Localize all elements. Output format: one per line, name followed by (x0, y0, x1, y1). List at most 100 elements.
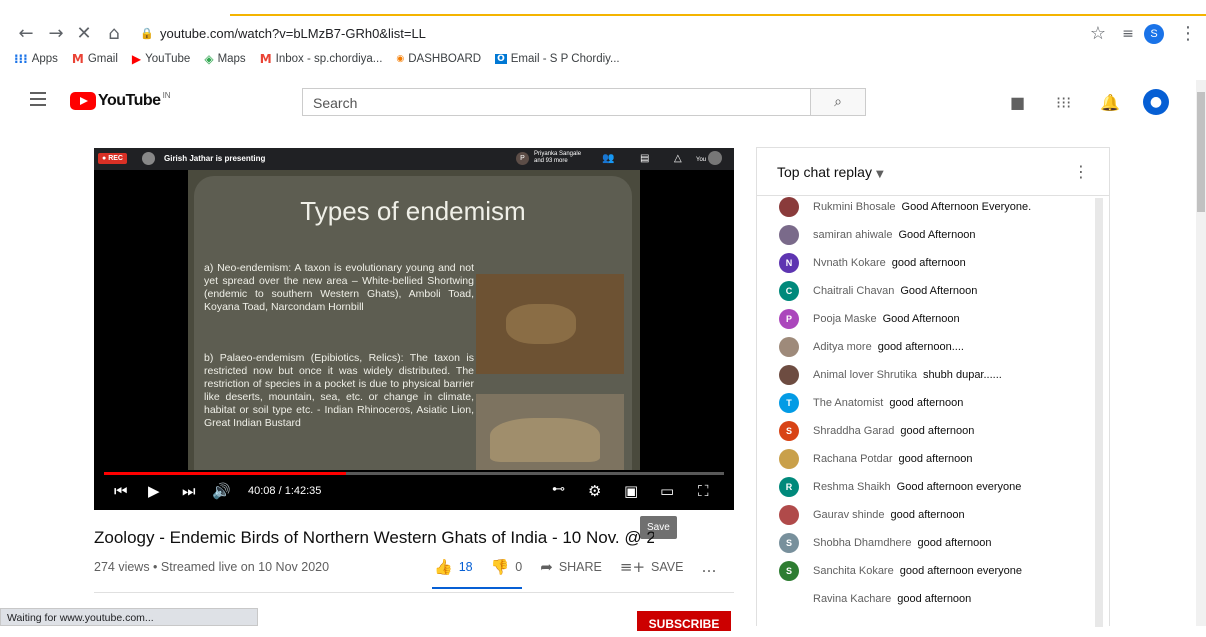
chat-text: Good Afternoon (900, 285, 978, 297)
chat-author[interactable]: Reshma Shaikh (813, 481, 891, 493)
search-placeholder: Search (313, 95, 358, 111)
volume-icon[interactable]: 🔊 (212, 482, 231, 500)
chat-text: Good Afternoon (898, 229, 976, 241)
more-vertical-icon[interactable]: ⋮ (1073, 162, 1089, 181)
bookmark-star-icon[interactable]: ☆ (1086, 22, 1110, 46)
chat-author[interactable]: The Anatomist (813, 397, 883, 409)
profile-avatar[interactable]: S (1144, 24, 1164, 44)
dislike-button[interactable]: 👎 0 (491, 558, 523, 576)
previous-icon[interactable]: ⏮ (114, 482, 128, 500)
slide-panel: Types of endemism a) Neo-endemism: A tax… (194, 176, 632, 470)
notifications-bell-icon[interactable]: 🔔 (1100, 93, 1120, 112)
lock-icon: 🔒 (140, 28, 154, 40)
share-button[interactable]: ➦ SHARE (540, 558, 602, 576)
home-icon[interactable]: ⌂ (102, 22, 126, 46)
chat-author[interactable]: Chaitrali Chavan (813, 285, 894, 297)
chat-mode-dropdown[interactable]: Top chat replay ▼ (777, 164, 884, 180)
chat-avatar (779, 337, 799, 357)
miniplayer-icon[interactable]: ▣ (624, 482, 638, 500)
bookmark-email[interactable]: O Email - S P Chordiy... (495, 53, 620, 65)
chat-author[interactable]: Sanchita Kokare (813, 565, 894, 577)
save-button[interactable]: ≡+ SAVE (620, 558, 684, 576)
region-code: IN (162, 90, 171, 100)
chat-text: Good afternoon everyone (896, 481, 1022, 493)
chat-icon: ▤ (640, 153, 650, 164)
chat-text: Good Afternoon (882, 313, 960, 325)
video-player[interactable]: ● REC Girish Jathar is presenting P Priy… (94, 148, 734, 510)
share-arrow-icon: ➦ (540, 558, 553, 576)
chat-avatar: S (779, 533, 799, 553)
chat-avatar (779, 225, 799, 245)
reading-list-icon[interactable]: ≡ (1116, 22, 1140, 46)
browser-status-bar: Waiting for www.youtube.com... (0, 608, 258, 626)
scrollbar-thumb[interactable] (1197, 92, 1205, 212)
chat-avatar (779, 589, 799, 609)
search-button[interactable]: ⌕ (810, 88, 866, 116)
bookmark-maps[interactable]: ◈ Maps (204, 52, 245, 66)
progress-bar[interactable] (104, 472, 724, 475)
chat-author[interactable]: Ravina Kachare (813, 593, 891, 605)
chat-author[interactable]: samiran ahiwale (813, 229, 892, 241)
bookmark-gmail[interactable]: M Gmail (72, 52, 118, 66)
youtube-play-logo-icon (70, 92, 96, 110)
chat-message: P Pooja Maske Good Afternoon (779, 308, 960, 330)
address-row: ← → ✕ ⌂ 🔒 youtube.com/watch?v=bLMzB7-GRh… (0, 20, 1206, 48)
more-actions-button[interactable]: … (701, 558, 716, 576)
theater-mode-icon[interactable]: ▭ (660, 482, 674, 500)
chevron-down-icon: ▼ (875, 169, 884, 180)
subscribe-button[interactable]: SUBSCRIBE (637, 611, 731, 631)
address-bar[interactable]: 🔒 youtube.com/watch?v=bLMzB7-GRh0&list=L… (140, 22, 1180, 46)
search-icon: ⌕ (834, 94, 842, 110)
like-button[interactable]: 👍 18 (434, 558, 473, 576)
chat-avatar (779, 197, 799, 217)
chat-author[interactable]: Shobha Dhamdhere (813, 537, 911, 549)
bookmark-label: Maps (217, 53, 246, 65)
browser-menu-icon[interactable]: ⋮ (1176, 22, 1200, 46)
bookmark-dashboard[interactable]: ◉ DASHBOARD (396, 53, 481, 65)
chat-author[interactable]: Nvnath Kokare (813, 257, 886, 269)
chat-text: good afternoon (898, 453, 973, 465)
menu-icon[interactable] (30, 92, 46, 110)
chat-text: good afternoon (889, 397, 964, 409)
next-icon[interactable]: ⏭ (182, 482, 196, 500)
like-ratio-bar (432, 587, 522, 589)
create-video-icon[interactable]: ■ (1010, 93, 1025, 112)
chat-author[interactable]: Aditya more (813, 341, 872, 353)
chat-author[interactable]: Pooja Maske (813, 313, 877, 325)
chat-author[interactable]: Gaurav shinde (813, 509, 885, 521)
chat-author[interactable]: Animal lover Shrutika (813, 369, 917, 381)
self-avatar (708, 151, 722, 165)
bookmark-apps[interactable]: ⁝⁝⁝ Apps (14, 52, 58, 66)
chat-author[interactable]: Shraddha Garad (813, 425, 894, 437)
chat-scrollbar[interactable] (1095, 198, 1103, 627)
apps-grid-icon[interactable]: ⁝⁝⁝ (1056, 93, 1071, 112)
autoplay-toggle[interactable]: ⊷ (552, 482, 565, 497)
bookmark-inbox[interactable]: M Inbox - sp.chordiya... (260, 52, 383, 66)
chat-text: good afternoon (897, 593, 972, 605)
more-horizontal-icon: … (701, 558, 717, 576)
page-scrollbar[interactable] (1196, 80, 1206, 626)
back-arrow-icon[interactable]: ← (14, 22, 38, 46)
youtube-header: YouTube IN Search ⌕ ■ ⁝⁝⁝ 🔔 ● (0, 80, 1206, 124)
participants-label: Priyanka Sangale and 93 more (534, 151, 582, 164)
video-actions: 👍 18 👎 0 ➦ SHARE ≡+ SAVE … (434, 558, 716, 576)
url-text[interactable]: youtube.com/watch?v=bLMzB7-GRh0&list=LL (160, 26, 426, 41)
bookmark-youtube[interactable]: ▶ YouTube (132, 52, 190, 66)
chat-header: Top chat replay ▼ ⋮ (757, 148, 1109, 196)
youtube-logo[interactable]: YouTube IN (70, 90, 171, 110)
play-icon[interactable]: ▶ (148, 482, 160, 500)
chat-author[interactable]: Rachana Potdar (813, 453, 893, 465)
chat-avatar: T (779, 393, 799, 413)
forward-arrow-icon[interactable]: → (44, 22, 68, 46)
fullscreen-icon[interactable]: ⛶ (698, 482, 709, 500)
settings-gear-icon[interactable]: ⚙ (588, 482, 601, 500)
thumbs-up-icon: 👍 (434, 558, 453, 576)
chat-avatar: N (779, 253, 799, 273)
chat-author[interactable]: Rukmini Bhosale (813, 201, 896, 213)
account-avatar[interactable]: ● (1143, 89, 1169, 115)
chat-avatar (779, 449, 799, 469)
time-display: 40:08 / 1:42:35 (248, 485, 322, 497)
search-input[interactable]: Search (302, 88, 810, 116)
stop-loading-icon[interactable]: ✕ (72, 22, 96, 46)
slide-title: Types of endemism (300, 196, 526, 226)
